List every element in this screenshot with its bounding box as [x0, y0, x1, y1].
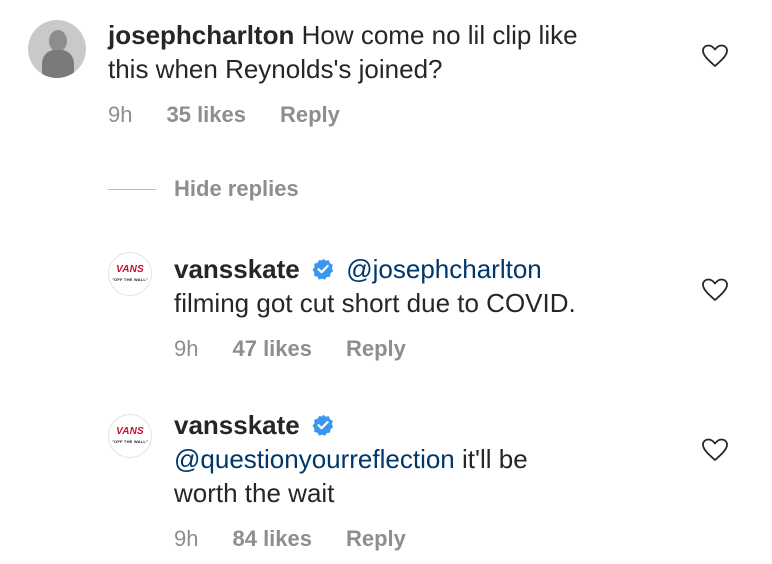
hide-replies-label: Hide replies [174, 176, 299, 201]
comment-time: 9h [174, 526, 199, 551]
heart-icon[interactable] [702, 278, 728, 302]
comment-username[interactable]: vansskate [174, 410, 300, 440]
comment-meta: 9h 84 likes Reply [174, 526, 440, 552]
comment-body-line2: worth the wait [174, 478, 335, 508]
reply-button[interactable]: Reply [346, 526, 406, 552]
comment-body: filming got cut short due to COVID. [174, 288, 576, 318]
comment-body: it'll be [454, 444, 528, 474]
comment-body-line2: this when Reynolds's joined? [108, 54, 443, 84]
comment-time: 9h [174, 336, 199, 361]
comment-text: josephcharlton How come no lil clip like… [108, 18, 578, 86]
mention-link[interactable]: @questionyourreflection [174, 444, 455, 474]
comment-meta: 9h 47 likes Reply [174, 336, 440, 362]
vans-logo: VANS [116, 426, 144, 437]
reply-button[interactable]: Reply [346, 336, 406, 362]
hide-replies-button[interactable]: Hide replies [108, 176, 299, 202]
mention-link[interactable]: @josephcharlton [346, 254, 542, 284]
avatar-body [42, 50, 74, 78]
avatar[interactable]: VANS "OFF THE WALL" [108, 414, 152, 458]
comment-body: How come no lil clip like [294, 20, 578, 50]
reply-button[interactable]: Reply [280, 102, 340, 128]
heart-icon[interactable] [702, 44, 728, 68]
vans-logo: VANS [116, 264, 144, 275]
verified-badge-icon [312, 414, 334, 436]
divider-line [108, 188, 156, 190]
comment-time: 9h [108, 102, 133, 127]
avatar[interactable] [28, 20, 86, 78]
comment-username[interactable]: vansskate [174, 254, 300, 284]
vans-tagline: "OFF THE WALL" [111, 439, 149, 444]
avatar[interactable]: VANS "OFF THE WALL" [108, 252, 152, 296]
likes-count[interactable]: 84 likes [232, 526, 312, 552]
comment-meta: 9h 35 likes Reply [108, 102, 374, 128]
comment-text: vansskate @josephcharlton filming got cu… [174, 252, 576, 320]
verified-badge-icon [312, 258, 334, 280]
vans-tagline: "OFF THE WALL" [111, 277, 149, 282]
likes-count[interactable]: 35 likes [166, 102, 246, 128]
comment-username[interactable]: josephcharlton [108, 20, 294, 50]
likes-count[interactable]: 47 likes [232, 336, 312, 362]
avatar-head [49, 30, 67, 52]
heart-icon[interactable] [702, 438, 728, 462]
comment-text: vansskate @questionyourreflection it'll … [174, 408, 528, 510]
